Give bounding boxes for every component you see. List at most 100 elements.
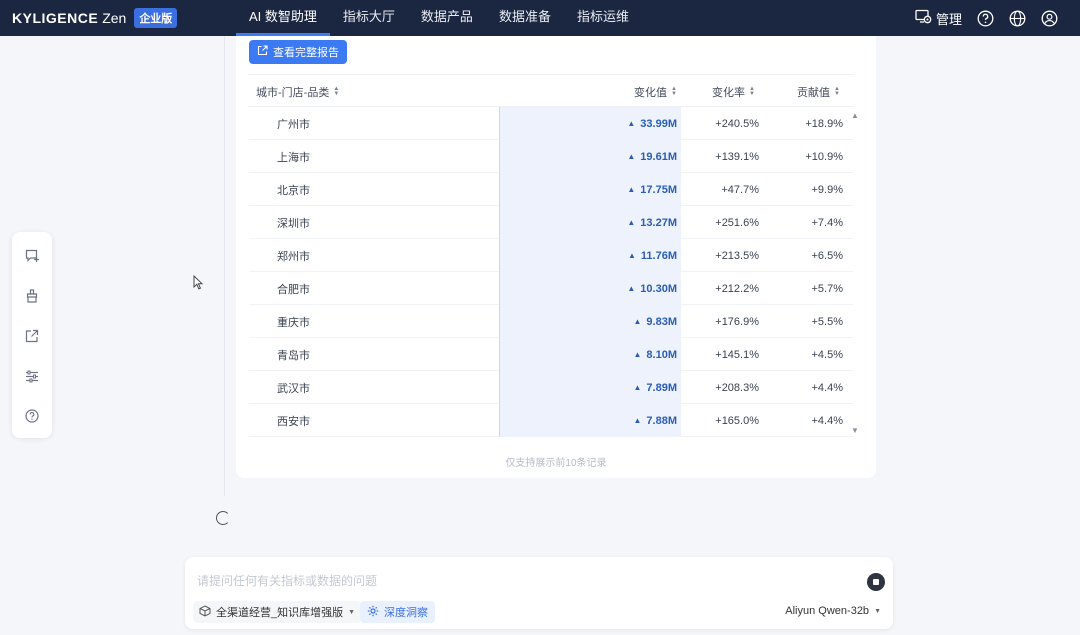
content-divider bbox=[224, 36, 225, 496]
nav-item-data-prep[interactable]: 数据准备 bbox=[486, 0, 564, 36]
nav-item-ai-assistant[interactable]: AI 数智助理 bbox=[236, 0, 330, 36]
column-header-change-rate[interactable]: 变化率 ▲ ▼ bbox=[712, 75, 755, 108]
table-header: 城市-门店-品类 ▲ ▼ 变化值 ▲ ▼ 变化率 ▲ ▼ 贡献值 ▲ ▼ bbox=[249, 74, 853, 107]
settings-sliders-icon[interactable] bbox=[23, 366, 41, 386]
report-card: 查看完整报告 城市-门店-品类 ▲ ▼ 变化值 ▲ ▼ 变化率 ▲ ▼ 贡献值 ▲ ▼ … bbox=[236, 36, 876, 478]
row-change-value: ▲ 11.76M bbox=[499, 239, 681, 272]
column-label-contribution: 贡献值 bbox=[797, 86, 830, 99]
main-nav: AI 数智助理 指标大厅 数据产品 数据准备 指标运维 bbox=[236, 0, 642, 36]
increase-arrow-icon: ▲ bbox=[627, 251, 636, 260]
row-city: 青岛市 bbox=[277, 349, 310, 362]
knowledge-base-select[interactable]: 全渠道经营_知识库增强版 ▼ bbox=[193, 601, 362, 623]
row-change-value-text: 7.88M bbox=[646, 414, 677, 427]
deep-insight-button[interactable]: 深度洞察 bbox=[360, 601, 435, 623]
row-contribution: +4.5% bbox=[811, 348, 844, 361]
mouse-cursor-icon bbox=[193, 274, 204, 293]
side-toolbar bbox=[12, 232, 52, 438]
column-header-contribution[interactable]: 贡献值 ▲ ▼ bbox=[797, 75, 840, 108]
row-change-value: ▲ 17.75M bbox=[499, 173, 681, 206]
row-change-value: ▲ 19.61M bbox=[499, 140, 681, 173]
globe-icon[interactable] bbox=[1008, 9, 1026, 27]
question-input[interactable] bbox=[197, 574, 837, 588]
row-city: 重庆市 bbox=[277, 316, 310, 329]
column-header-dimension[interactable]: 城市-门店-品类 ▲ ▼ bbox=[256, 75, 339, 108]
row-contribution: +5.5% bbox=[811, 315, 844, 328]
new-chat-icon[interactable] bbox=[23, 246, 41, 266]
table-row[interactable]: 西安市 ▲ 7.88M +165.0% +4.4% bbox=[249, 404, 853, 437]
scroll-down-arrow-icon[interactable]: ▼ bbox=[851, 426, 859, 435]
increase-arrow-icon: ▲ bbox=[633, 416, 642, 425]
nav-item-data-products[interactable]: 数据产品 bbox=[408, 0, 486, 36]
column-label-dimension: 城市-门店-品类 bbox=[256, 86, 330, 99]
table-row[interactable]: 重庆市 ▲ 9.83M +176.9% +5.5% bbox=[249, 305, 853, 338]
row-city: 北京市 bbox=[277, 184, 310, 197]
table-row[interactable]: 合肥市 ▲ 10.30M +212.2% +5.7% bbox=[249, 272, 853, 305]
export-icon[interactable] bbox=[23, 326, 41, 346]
model-select[interactable]: Aliyun Qwen-32b ▼ bbox=[785, 605, 881, 617]
admin-label: 管理 bbox=[935, 11, 962, 27]
row-change-rate: +208.3% bbox=[715, 381, 759, 394]
row-change-value-text: 17.75M bbox=[640, 183, 677, 196]
sort-icon: ▲ ▼ bbox=[749, 85, 755, 97]
cube-icon bbox=[199, 604, 211, 620]
row-city: 深圳市 bbox=[277, 217, 310, 230]
table-row[interactable]: 武汉市 ▲ 7.89M +208.3% +4.4% bbox=[249, 371, 853, 404]
admin-settings-icon bbox=[915, 9, 932, 27]
table-row[interactable]: 北京市 ▲ 17.75M +47.7% +9.9% bbox=[249, 173, 853, 206]
row-contribution: +9.9% bbox=[811, 183, 844, 196]
row-city: 郑州市 bbox=[277, 250, 310, 263]
column-label-change-value: 变化值 bbox=[634, 86, 667, 99]
row-contribution: +7.4% bbox=[811, 216, 844, 229]
row-change-rate: +212.2% bbox=[715, 282, 759, 295]
scroll-up-arrow-icon[interactable]: ▲ bbox=[851, 111, 859, 120]
sort-icon: ▲ ▼ bbox=[834, 85, 840, 97]
chat-input-box: 全渠道经营_知识库增强版 ▼ 深度洞察 Aliyun Qwen-32b ▼ bbox=[185, 557, 893, 629]
table-row[interactable]: 郑州市 ▲ 11.76M +213.5% +6.5% bbox=[249, 239, 853, 272]
table-row[interactable]: 深圳市 ▲ 13.27M +251.6% +7.4% bbox=[249, 206, 853, 239]
column-label-change-rate: 变化率 bbox=[712, 86, 745, 99]
brand-product: Zen bbox=[102, 10, 127, 26]
increase-arrow-icon: ▲ bbox=[627, 185, 636, 194]
view-full-report-button[interactable]: 查看完整报告 bbox=[249, 40, 347, 64]
increase-arrow-icon: ▲ bbox=[633, 383, 642, 392]
row-change-value-text: 9.83M bbox=[646, 315, 677, 328]
nav-item-metrics-ops[interactable]: 指标运维 bbox=[564, 0, 642, 36]
nav-item-metrics-hall[interactable]: 指标大厅 bbox=[330, 0, 408, 36]
increase-arrow-icon: ▲ bbox=[627, 119, 636, 128]
row-city: 合肥市 bbox=[277, 283, 310, 296]
row-city: 广州市 bbox=[277, 118, 310, 131]
stop-icon bbox=[873, 579, 879, 585]
brand-logo[interactable]: KYLIGENCE Zen 企业版 bbox=[12, 0, 178, 36]
row-change-value: ▲ 9.83M bbox=[499, 305, 681, 338]
chevron-down-icon: ▼ bbox=[348, 608, 356, 616]
table-row[interactable]: 上海市 ▲ 19.61M +139.1% +10.9% bbox=[249, 140, 853, 173]
row-change-rate: +139.1% bbox=[715, 150, 759, 163]
row-change-value: ▲ 33.99M bbox=[499, 107, 681, 140]
sort-icon: ▲ ▼ bbox=[333, 85, 340, 97]
help-icon[interactable] bbox=[976, 9, 994, 27]
top-navbar: KYLIGENCE Zen 企业版 AI 数智助理 指标大厅 数据产品 数据准备… bbox=[0, 0, 1080, 36]
broom-icon[interactable] bbox=[23, 286, 41, 306]
increase-arrow-icon: ▲ bbox=[633, 317, 642, 326]
row-city: 武汉市 bbox=[277, 382, 310, 395]
table-row[interactable]: 青岛市 ▲ 8.10M +145.1% +4.5% bbox=[249, 338, 853, 371]
table-row[interactable]: 广州市 ▲ 33.99M +240.5% +18.9% bbox=[249, 107, 853, 140]
breakdown-table: 城市-门店-品类 ▲ ▼ 变化值 ▲ ▼ 变化率 ▲ ▼ 贡献值 ▲ ▼ 广州市 ▲ 33… bbox=[249, 74, 859, 437]
row-contribution: +10.9% bbox=[805, 150, 843, 163]
column-header-change-value[interactable]: 变化值 ▲ ▼ bbox=[634, 75, 677, 108]
user-avatar-icon[interactable] bbox=[1040, 9, 1058, 27]
increase-arrow-icon: ▲ bbox=[627, 284, 636, 293]
help-circle-icon[interactable] bbox=[23, 406, 41, 426]
row-change-rate: +240.5% bbox=[715, 117, 759, 130]
row-change-rate: +165.0% bbox=[715, 414, 759, 427]
row-change-value-text: 19.61M bbox=[640, 150, 677, 163]
admin-button[interactable]: 管理 bbox=[915, 9, 962, 28]
stop-generation-button[interactable] bbox=[867, 573, 885, 591]
brand-name: KYLIGENCE bbox=[12, 10, 99, 26]
row-change-value-text: 13.27M bbox=[640, 216, 677, 229]
table-scrollbar[interactable]: ▲ ▼ bbox=[849, 107, 861, 437]
row-change-value-text: 8.10M bbox=[646, 348, 677, 361]
row-change-rate: +176.9% bbox=[715, 315, 759, 328]
row-change-value: ▲ 13.27M bbox=[499, 206, 681, 239]
deep-insight-label: 深度洞察 bbox=[384, 607, 428, 619]
